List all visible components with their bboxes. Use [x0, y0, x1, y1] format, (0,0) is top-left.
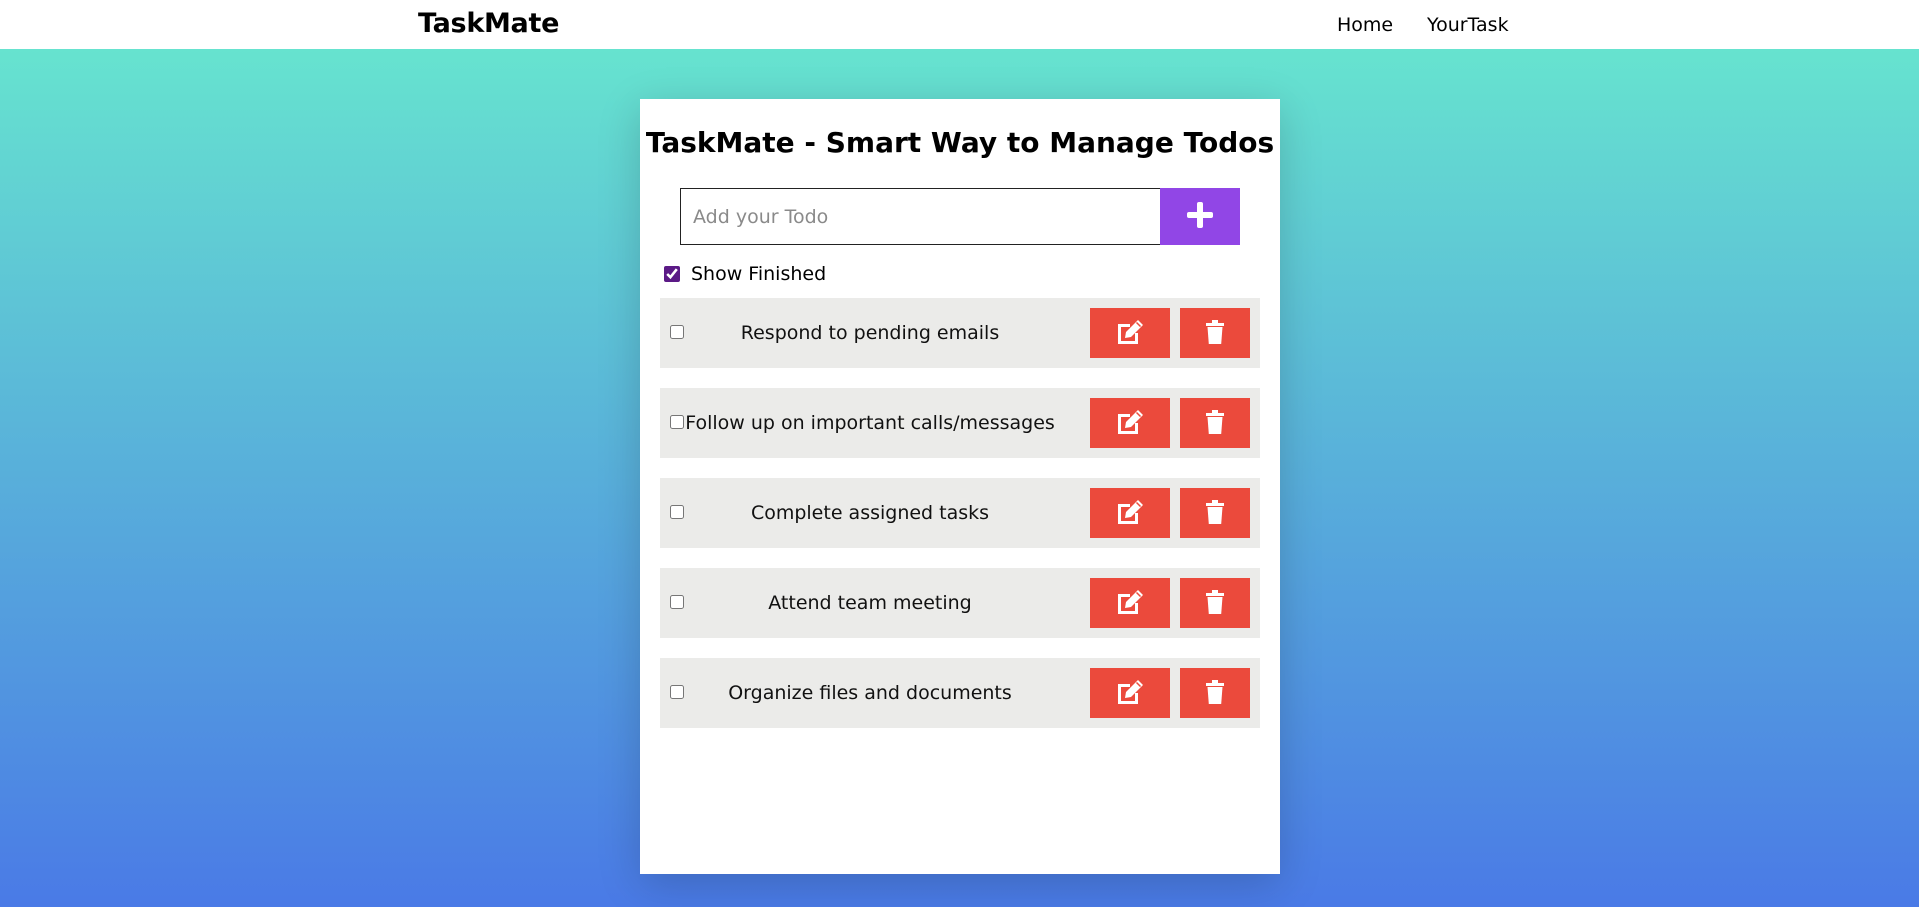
delete-todo-button[interactable]	[1180, 578, 1250, 628]
todo-item: Attend team meeting	[660, 568, 1260, 638]
trash-icon	[1205, 679, 1225, 708]
show-finished-checkbox[interactable]	[664, 266, 680, 282]
edit-icon	[1115, 588, 1145, 619]
edit-todo-button[interactable]	[1090, 488, 1170, 538]
todo-checkbox[interactable]	[670, 595, 684, 609]
todo-item: Respond to pending emails	[660, 298, 1260, 368]
edit-todo-button[interactable]	[1090, 308, 1170, 358]
trash-icon	[1205, 319, 1225, 348]
edit-icon	[1115, 318, 1145, 349]
todo-checkbox[interactable]	[670, 685, 684, 699]
todo-input[interactable]	[680, 188, 1160, 245]
todo-text: Complete assigned tasks	[750, 502, 990, 524]
edit-todo-button[interactable]	[1090, 578, 1170, 628]
brand-logo[interactable]: TaskMate	[418, 8, 559, 39]
edit-icon	[1115, 678, 1145, 709]
trash-icon	[1205, 499, 1225, 528]
nav-link-home[interactable]: Home	[1337, 14, 1393, 36]
delete-todo-button[interactable]	[1180, 308, 1250, 358]
todo-text: Organize files and documents	[728, 682, 1012, 704]
todo-item: Follow up on important calls/messages	[660, 388, 1260, 458]
todo-card: TaskMate - Smart Way to Manage Todos Sho…	[640, 99, 1280, 874]
todo-checkbox[interactable]	[670, 505, 684, 519]
delete-todo-button[interactable]	[1180, 398, 1250, 448]
show-finished-label: Show Finished	[691, 263, 827, 285]
navbar: TaskMate Home YourTask	[0, 0, 1919, 49]
todo-text: Respond to pending emails	[740, 322, 1000, 344]
trash-icon	[1205, 409, 1225, 438]
todo-text: Attend team meeting	[768, 592, 972, 614]
edit-todo-button[interactable]	[1090, 668, 1170, 718]
todo-checkbox[interactable]	[670, 325, 684, 339]
edit-todo-button[interactable]	[1090, 398, 1170, 448]
page-title: TaskMate - Smart Way to Manage Todos	[645, 126, 1275, 159]
todo-item: Organize files and documents	[660, 658, 1260, 728]
add-todo-button[interactable]	[1160, 188, 1240, 245]
edit-icon	[1115, 498, 1145, 529]
todo-text: Follow up on important calls/messages	[685, 412, 1055, 434]
delete-todo-button[interactable]	[1180, 488, 1250, 538]
todo-item: Complete assigned tasks	[660, 478, 1260, 548]
delete-todo-button[interactable]	[1180, 668, 1250, 718]
trash-icon	[1205, 589, 1225, 618]
plus-icon	[1185, 200, 1215, 233]
nav-link-yourtask[interactable]: YourTask	[1427, 14, 1509, 36]
todo-checkbox[interactable]	[670, 415, 684, 429]
edit-icon	[1115, 408, 1145, 439]
show-finished-toggle[interactable]: Show Finished	[664, 263, 826, 285]
todo-list: Respond to pending emails Follow up on i…	[660, 298, 1260, 748]
